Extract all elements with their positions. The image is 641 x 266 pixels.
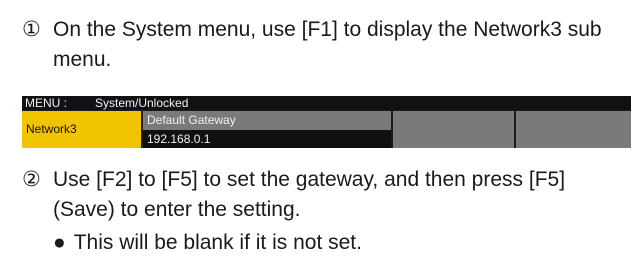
step-text: On the System menu, use [F1] to display … bbox=[53, 18, 602, 71]
step-number: ① bbox=[22, 18, 41, 41]
note-text: This will be blank if it is not set. bbox=[73, 231, 362, 254]
step-text: Use [F2] to [F5] to set the gateway, and… bbox=[53, 168, 566, 221]
note-bullet: ● This will be blank if it is not set. bbox=[53, 228, 362, 258]
menu-path: System/Unlocked bbox=[95, 96, 189, 110]
menu-label: MENU : bbox=[25, 96, 67, 110]
field-value: 192.168.0.1 bbox=[147, 132, 211, 146]
menu-header: MENU : System/Unlocked bbox=[22, 96, 631, 110]
default-gateway-cell[interactable]: Default Gateway 192.168.0.1 bbox=[143, 111, 391, 148]
step-1: ① On the System menu, use [F1] to displa… bbox=[22, 15, 632, 75]
step-2: ② Use [F2] to [F5] to set the gateway, a… bbox=[22, 165, 632, 225]
empty-cell-f3[interactable] bbox=[516, 111, 631, 148]
bullet-icon: ● bbox=[53, 231, 66, 254]
field-value-box: 192.168.0.1 bbox=[143, 130, 391, 148]
menu-panel: MENU : System/Unlocked Network3 Default … bbox=[22, 96, 631, 148]
field-title: Default Gateway bbox=[147, 113, 236, 127]
empty-cell-f2[interactable] bbox=[393, 111, 514, 148]
submenu-label: Network3 bbox=[26, 122, 77, 136]
step-number: ② bbox=[22, 168, 41, 191]
submenu-name[interactable]: Network3 bbox=[22, 111, 141, 148]
